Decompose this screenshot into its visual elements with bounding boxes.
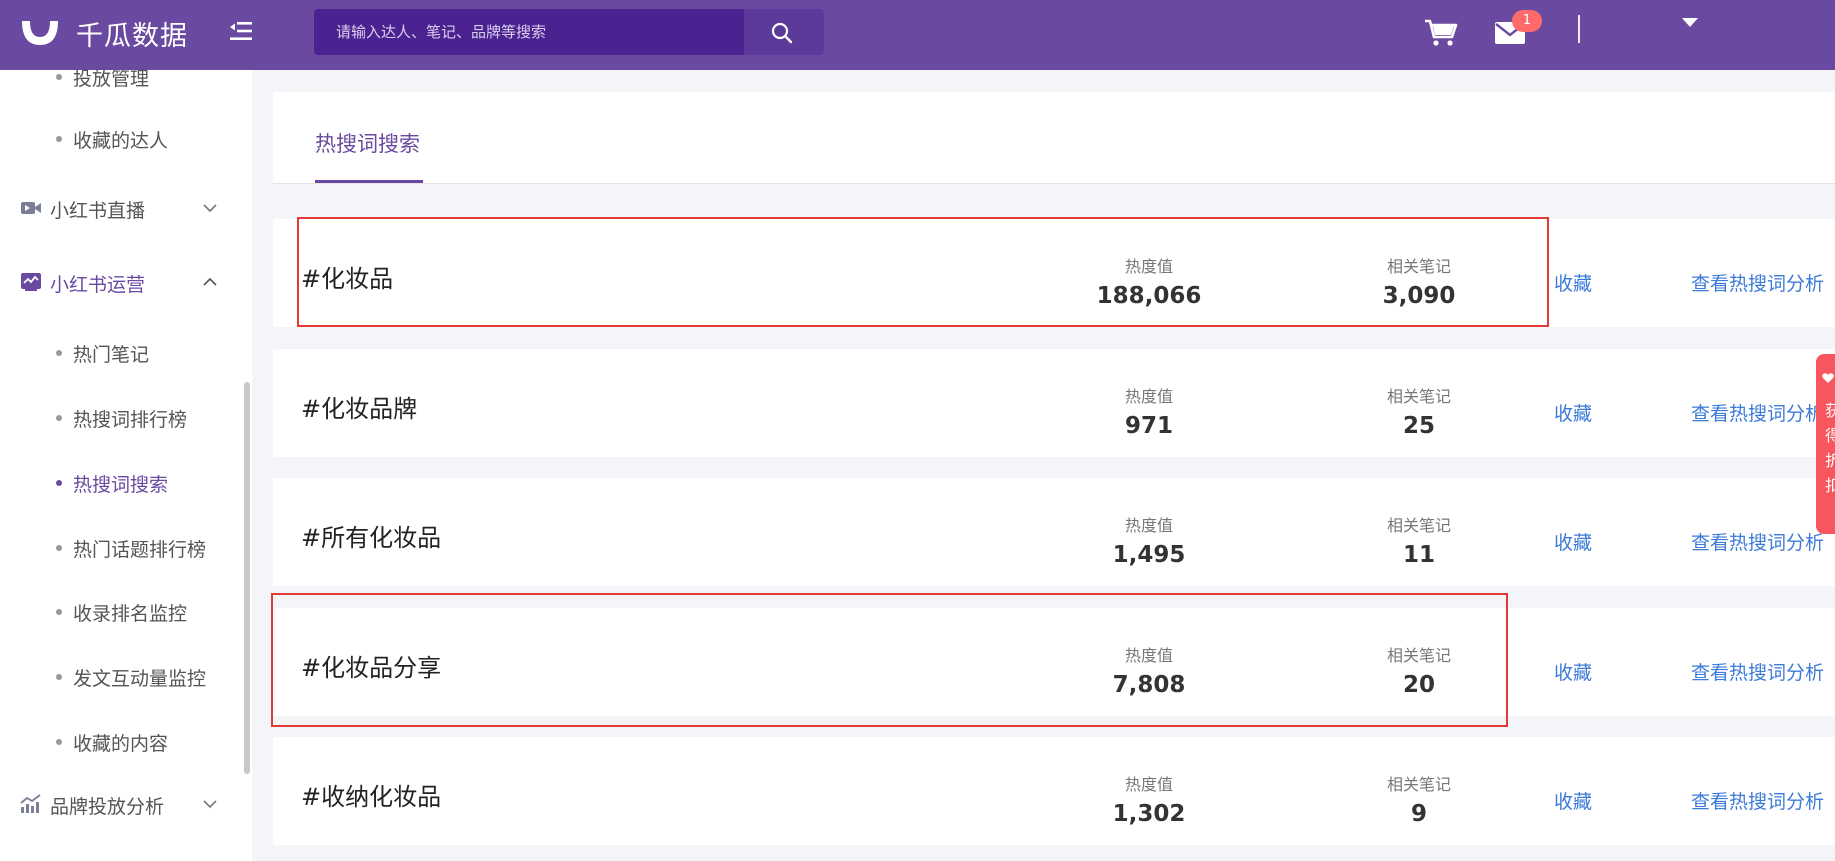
favorite-link[interactable]: 收藏 bbox=[1554, 528, 1592, 555]
heat-value: 971 bbox=[1124, 413, 1173, 439]
video-icon bbox=[21, 202, 41, 214]
sidebar-item-label: 热搜词搜索 bbox=[73, 474, 169, 496]
search-icon bbox=[771, 22, 793, 44]
notes-value: 9 bbox=[1410, 801, 1427, 827]
favorite-link[interactable]: 收藏 bbox=[1554, 269, 1592, 296]
heat-label: 热度值 bbox=[1124, 775, 1173, 794]
highlight-box bbox=[297, 217, 1549, 327]
sidebar-item-hot-notes[interactable]: 热门笔记 bbox=[0, 332, 252, 372]
heat-label: 热度值 bbox=[1124, 516, 1173, 535]
sidebar-item-favorite-influencers[interactable]: 收藏的达人 bbox=[0, 118, 252, 158]
bullet-icon bbox=[56, 609, 62, 615]
view-analysis-link[interactable]: 查看热搜词分析 bbox=[1691, 528, 1824, 555]
notes-label: 相关笔记 bbox=[1386, 775, 1451, 794]
sidebar-item-label: 热搜词排行榜 bbox=[73, 409, 188, 431]
keyword: #化妆品牌 bbox=[301, 395, 418, 423]
sidebar-item-label: 收藏的内容 bbox=[73, 733, 169, 755]
sidebar-item-hot-search-ranking[interactable]: 热搜词排行榜 bbox=[0, 397, 252, 437]
promo-text: 获得折扣 bbox=[1825, 401, 1835, 495]
search-input[interactable] bbox=[314, 9, 744, 55]
sidebar-group-label: 品牌投放分析 bbox=[50, 796, 165, 818]
notes-value: 11 bbox=[1402, 542, 1435, 568]
promo-float-tab[interactable]: 获得折扣 bbox=[1816, 354, 1835, 534]
notes-metric: 相关笔记 9 bbox=[1339, 771, 1499, 827]
logo-icon bbox=[22, 17, 58, 45]
operations-icon bbox=[21, 273, 41, 291]
bullet-icon bbox=[56, 350, 62, 356]
sidebar-group-brand-analysis[interactable]: 品牌投放分析 bbox=[0, 782, 252, 826]
user-menu-caret-icon[interactable] bbox=[1682, 18, 1698, 27]
sidebar-item-label: 收录排名监控 bbox=[73, 603, 188, 625]
sidebar-scrollbar[interactable] bbox=[244, 382, 250, 774]
sidebar-item-label: 投放管理 bbox=[73, 70, 150, 90]
bullet-icon bbox=[56, 739, 62, 745]
view-analysis-link[interactable]: 查看热搜词分析 bbox=[1691, 787, 1824, 814]
sidebar: 投放管理 收藏的达人 小红书直播 小红书运营 热门笔记 热搜词排行榜 热搜词搜索… bbox=[0, 70, 252, 861]
bullet-icon bbox=[56, 480, 62, 486]
cart-icon[interactable] bbox=[1424, 18, 1458, 48]
heart-icon bbox=[1822, 373, 1834, 383]
search-button[interactable] bbox=[744, 9, 824, 55]
favorite-link[interactable]: 收藏 bbox=[1554, 787, 1592, 814]
result-row: #所有化妆品 热度值 1,495 相关笔记 11 收藏 查看热搜词分析 bbox=[273, 478, 1835, 586]
sidebar-item-delivery-management[interactable]: 投放管理 bbox=[0, 70, 252, 96]
sidebar-group-live[interactable]: 小红书直播 bbox=[0, 186, 252, 230]
notes-metric: 相关笔记 25 bbox=[1339, 383, 1499, 439]
notes-metric: 相关笔记 11 bbox=[1339, 512, 1499, 568]
menu-collapse-icon[interactable] bbox=[228, 18, 254, 44]
tab-hot-search-query[interactable]: 热搜词搜索 bbox=[315, 128, 420, 158]
favorite-link[interactable]: 收藏 bbox=[1554, 658, 1592, 685]
chevron-up-icon bbox=[203, 277, 217, 286]
heat-value: 1,302 bbox=[1112, 801, 1186, 827]
sidebar-group-label: 小红书运营 bbox=[50, 274, 146, 296]
sidebar-item-label: 热门话题排行榜 bbox=[73, 539, 207, 561]
unread-badge: 1 bbox=[1512, 10, 1542, 32]
bullet-icon bbox=[56, 545, 62, 551]
heat-metric: 热度值 971 bbox=[1069, 383, 1229, 439]
header-divider bbox=[1578, 15, 1580, 43]
tabs-card: 热搜词搜索 bbox=[273, 92, 1835, 184]
bullet-icon bbox=[56, 74, 62, 80]
chevron-down-icon bbox=[203, 204, 217, 213]
sidebar-item-hot-search-query[interactable]: 热搜词搜索 bbox=[0, 462, 252, 502]
sidebar-group-operations[interactable]: 小红书运营 bbox=[0, 260, 252, 304]
notes-label: 相关笔记 bbox=[1386, 387, 1451, 406]
heat-value: 1,495 bbox=[1112, 542, 1186, 568]
bullet-icon bbox=[56, 136, 62, 142]
view-analysis-link[interactable]: 查看热搜词分析 bbox=[1691, 269, 1824, 296]
sidebar-item-label: 收藏的达人 bbox=[73, 130, 169, 152]
heat-metric: 热度值 1,302 bbox=[1069, 771, 1229, 827]
keyword: #所有化妆品 bbox=[301, 524, 442, 552]
brand-name: 千瓜数据 bbox=[76, 21, 188, 52]
highlight-box bbox=[271, 593, 1508, 727]
sidebar-item-label: 热门笔记 bbox=[73, 344, 150, 366]
sidebar-item-ranking-monitor[interactable]: 收录排名监控 bbox=[0, 591, 252, 631]
bullet-icon bbox=[56, 415, 62, 421]
result-row: #化妆品牌 热度值 971 相关笔记 25 收藏 查看热搜词分析 bbox=[273, 349, 1835, 457]
view-analysis-link[interactable]: 查看热搜词分析 bbox=[1691, 658, 1824, 685]
heat-metric: 热度值 1,495 bbox=[1069, 512, 1229, 568]
sidebar-item-hot-topic-ranking[interactable]: 热门话题排行榜 bbox=[0, 527, 252, 567]
sidebar-item-favorite-content[interactable]: 收藏的内容 bbox=[0, 721, 252, 761]
notes-label: 相关笔记 bbox=[1386, 516, 1451, 535]
result-row: #收纳化妆品 热度值 1,302 相关笔记 9 收藏 查看热搜词分析 bbox=[273, 737, 1835, 845]
trend-chart-icon bbox=[20, 794, 41, 813]
notes-value: 25 bbox=[1402, 413, 1435, 439]
view-analysis-link[interactable]: 查看热搜词分析 bbox=[1691, 399, 1824, 426]
bullet-icon bbox=[56, 674, 62, 680]
keyword: #收纳化妆品 bbox=[301, 783, 442, 811]
favorite-link[interactable]: 收藏 bbox=[1554, 399, 1592, 426]
sidebar-item-label: 发文互动量监控 bbox=[73, 668, 207, 690]
chevron-down-icon bbox=[203, 800, 217, 809]
sidebar-item-interaction-monitor[interactable]: 发文互动量监控 bbox=[0, 656, 252, 696]
tabs-divider bbox=[273, 183, 1835, 184]
top-navbar: 千瓜数据 1 bbox=[0, 0, 1835, 70]
heat-label: 热度值 bbox=[1124, 387, 1173, 406]
sidebar-group-label: 小红书直播 bbox=[50, 200, 146, 222]
search-box bbox=[314, 9, 744, 55]
